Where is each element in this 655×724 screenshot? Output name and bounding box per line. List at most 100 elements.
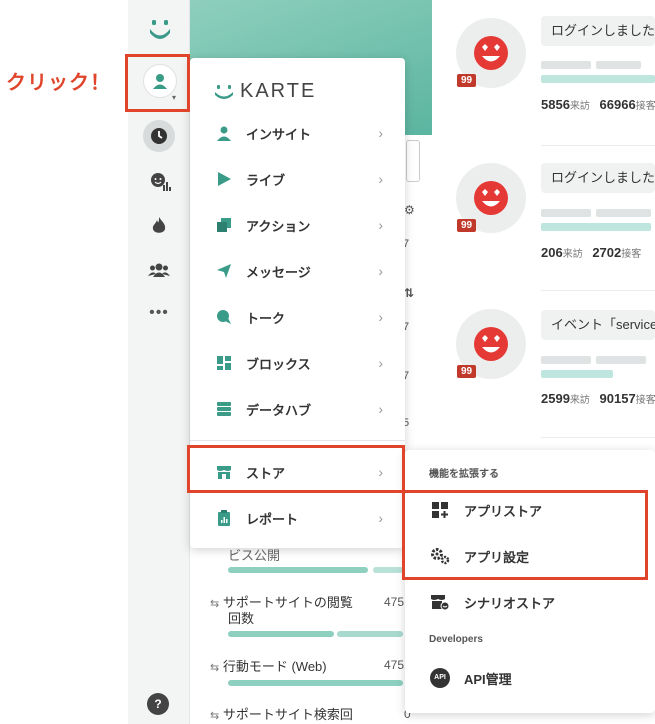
insight-icon	[214, 123, 234, 143]
submenu-section-title: 機能を拡張する	[429, 469, 499, 480]
submenu-item-label: シナリオストア	[464, 595, 556, 611]
redacted-link	[541, 223, 651, 231]
count-badge: 99	[457, 219, 477, 232]
divider	[541, 145, 655, 146]
timeline-row[interactable]: ⇆ 行動モード (Web)	[210, 656, 327, 675]
menu-item-datahub[interactable]: データハブ ›	[190, 386, 405, 432]
heart-eyes-face-icon	[474, 327, 508, 361]
click-annotation: クリック！	[6, 70, 111, 94]
chevron-right-icon: ›	[378, 171, 383, 187]
highlight-user-menu	[125, 54, 190, 112]
visit-stats: 5856来訪 66966接客	[541, 97, 655, 112]
report-icon	[214, 508, 234, 528]
scenario-store-icon	[429, 591, 451, 613]
menu-item-live[interactable]: ライブ ›	[190, 156, 405, 202]
highlight-store	[187, 445, 405, 493]
blocks-icon	[214, 353, 234, 373]
history-button[interactable]	[143, 120, 175, 152]
redacted-text	[596, 356, 646, 364]
menu-item-label: アクション	[246, 218, 311, 234]
live-icon	[214, 169, 234, 189]
chevron-right-icon: ›	[378, 263, 383, 279]
gear-icon[interactable]: ⚙	[404, 203, 415, 217]
chevron-right-icon: ›	[378, 217, 383, 233]
visit-stats: 206来訪 2702接客	[541, 245, 641, 260]
visits-unit: 来訪	[562, 249, 583, 260]
visits-unit: 来訪	[569, 101, 590, 112]
submenu-item-api-management[interactable]: API API管理	[405, 655, 655, 701]
swap-icon: ⇆	[210, 598, 220, 610]
timeline-bar	[228, 631, 334, 637]
timeline-bar	[228, 567, 368, 573]
contacts-count: 90157	[599, 391, 636, 406]
menu-item-label: レポート	[246, 511, 299, 527]
timeline-row-label: 行動モード (Web)	[222, 659, 327, 674]
count-badge: 99	[457, 74, 477, 87]
swap-icon: ⇆	[210, 662, 220, 674]
menu-item-action[interactable]: アクション ›	[190, 202, 405, 248]
menu-item-insight[interactable]: インサイト ›	[190, 110, 405, 156]
visits-unit: 来訪	[569, 395, 590, 406]
heart-eyes-face-icon	[474, 36, 508, 70]
segments-button[interactable]	[144, 255, 174, 285]
menu-item-label: インサイト	[246, 126, 312, 142]
redacted-text	[541, 61, 591, 69]
menu-item-label: ブロックス	[246, 356, 311, 372]
menu-item-talk[interactable]: トーク ›	[190, 294, 405, 340]
heart-eyes-face-icon	[474, 181, 508, 215]
timeline-row-label: サポートサイト検索回	[222, 707, 353, 722]
karte-logo-icon[interactable]	[145, 14, 175, 44]
help-icon[interactable]: ?	[147, 693, 169, 715]
event-bubble: ログインしました	[541, 163, 655, 193]
menu-item-blocks[interactable]: ブロックス ›	[190, 340, 405, 386]
timeline-row-label2: 回数	[228, 611, 255, 626]
timeline-row[interactable]: ⇆ サポートサイト検索回	[210, 704, 353, 723]
divider	[541, 437, 655, 438]
contacts-count: 2702	[592, 245, 622, 260]
submenu-item-label: API管理	[464, 671, 512, 687]
chevron-right-icon: ›	[378, 401, 383, 417]
karte-logo-icon	[215, 84, 233, 99]
redacted-text	[541, 356, 591, 364]
visits-count: 5856	[541, 97, 570, 112]
submenu-item-scenario-store[interactable]: シナリオストア	[405, 579, 655, 625]
redacted-text	[596, 61, 641, 69]
help-label: ?	[154, 697, 162, 711]
menu-item-label: ライブ	[246, 172, 286, 188]
contacts-unit: 接客	[635, 395, 655, 406]
menu-item-message[interactable]: メッセージ ›	[190, 248, 405, 294]
clock-icon	[151, 128, 167, 144]
users-icon	[148, 263, 170, 277]
stats-button[interactable]	[145, 167, 175, 197]
divider	[541, 290, 655, 291]
contacts-unit: 接客	[635, 101, 655, 112]
stats-face-icon	[151, 173, 171, 191]
message-icon	[214, 261, 234, 281]
contacts-unit: 接客	[621, 249, 642, 260]
more-icon[interactable]: •••	[144, 298, 174, 328]
redacted-text	[541, 209, 591, 217]
menu-brand: KARTE	[214, 80, 316, 103]
chevron-right-icon: ›	[378, 355, 383, 371]
chevron-right-icon: ›	[378, 125, 383, 141]
visits-count: 2599	[541, 391, 570, 406]
menu-item-label: トーク	[246, 310, 286, 326]
brand-name: KARTE	[240, 80, 317, 102]
action-icon	[214, 215, 234, 235]
menu-divider	[190, 440, 405, 441]
api-icon-label: API	[430, 668, 450, 688]
chevron-right-icon: ›	[378, 510, 383, 526]
visits-count: 206	[541, 245, 563, 260]
flame-icon	[152, 217, 166, 233]
menu-item-label: データハブ	[246, 402, 312, 418]
highlight-app-items	[402, 490, 648, 580]
timeline-bar	[228, 680, 403, 686]
search-box-edge[interactable]	[406, 140, 420, 182]
talk-icon	[214, 307, 234, 327]
trending-button[interactable]	[144, 211, 174, 241]
api-icon: API	[429, 667, 451, 689]
event-bubble: ログインしました	[541, 16, 655, 46]
menu-item-report[interactable]: レポート ›	[190, 495, 405, 541]
sort-icon[interactable]: ⇅	[404, 286, 414, 300]
chevron-right-icon: ›	[378, 309, 383, 325]
